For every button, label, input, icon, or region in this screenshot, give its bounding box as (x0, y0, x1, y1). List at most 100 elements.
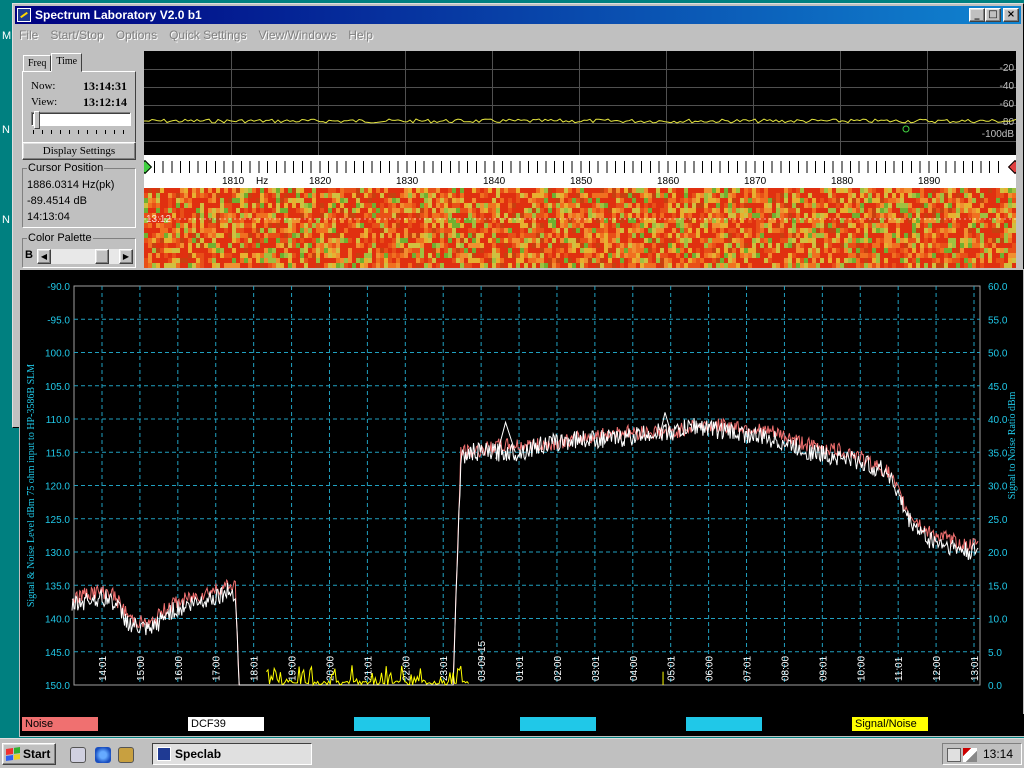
palette-left-arrow-icon[interactable]: ◀ (37, 249, 51, 264)
tab-time[interactable]: Time (51, 53, 83, 72)
taskbar-speclab-label: Speclab (175, 747, 222, 761)
freq-label: 1880 (831, 176, 854, 187)
close-button[interactable]: × (1003, 8, 1019, 22)
title-buttons: _ □ × (969, 8, 1019, 22)
y-tick-label: 140.0 (45, 615, 70, 626)
freq-label: 1820 (309, 176, 332, 187)
title-bar[interactable]: Spectrum Laboratory V2.0 b1 _ □ × (15, 6, 1021, 24)
y-tick-label: 125.0 (45, 515, 70, 526)
y-tick-label: -90.0 (47, 282, 70, 293)
x-tick-label: 04:00 (629, 656, 640, 681)
menu-start-stop[interactable]: Start/Stop (44, 28, 109, 42)
channels-quicklaunch-icon[interactable] (118, 747, 134, 763)
menu-help[interactable]: Help (342, 28, 379, 42)
legend-item (520, 717, 596, 731)
legend-item: Noise (22, 717, 98, 731)
freq-label: 1840 (483, 176, 506, 187)
palette-scrollbar[interactable]: ◀ ▶ (37, 249, 133, 264)
x-tick-label: 10:00 (856, 656, 867, 681)
waterfall-time-label: 13:12 (146, 214, 172, 225)
cursor-frequency: 1886.0314 Hz(pk) (27, 179, 115, 191)
menu-file[interactable]: File (15, 28, 44, 42)
y-tick-label: 135.0 (45, 581, 70, 592)
legend-item: DCF39 (188, 717, 264, 731)
y2-axis-title: Signal to Noise Ratio dBm (1007, 391, 1018, 499)
palette-scroll-thumb[interactable] (95, 249, 109, 264)
frequency-scale[interactable]: 1810 Hz 1820 1830 1840 1850 1860 1870 18… (144, 155, 1016, 188)
palette-right-arrow-icon[interactable]: ▶ (119, 249, 133, 264)
left-marker-icon[interactable] (144, 159, 153, 175)
y-tick-label: 115.0 (46, 448, 71, 459)
y2-tick-label: 10.0 (988, 615, 1008, 626)
y-tick-label: 145.0 (45, 648, 70, 659)
x-tick-label: 03:01 (591, 656, 602, 681)
system-tray: 13:14 (942, 743, 1022, 765)
start-label: Start (23, 747, 51, 761)
time-slider[interactable] (31, 111, 131, 129)
x-tick-label: 08:00 (780, 656, 791, 681)
y2-tick-label: 35.0 (988, 448, 1008, 459)
desktop-icons-strip: M N N (0, 28, 12, 428)
y2-tick-label: 50.0 (988, 349, 1008, 360)
speclab-task-icon (157, 747, 171, 761)
windows-logo-icon (6, 747, 20, 761)
x-tick-label: 14:01 (98, 656, 109, 681)
y-axis-title: Signal & Noise Level dBm 75 ohm input to… (26, 364, 37, 607)
start-button[interactable]: Start (2, 743, 56, 765)
y2-tick-label: 15.0 (988, 581, 1008, 592)
minimize-button[interactable]: _ (969, 8, 985, 22)
menu-quick-settings[interactable]: Quick Settings (163, 28, 252, 42)
taskbar: Start Speclab 13:14 (0, 738, 1024, 768)
color-palette-label: Color Palette (27, 232, 93, 244)
clock[interactable]: 13:14 (983, 747, 1013, 761)
maximize-button[interactable]: □ (985, 8, 1001, 22)
peak-marker-icon (902, 125, 910, 133)
freq-label: 1860 (657, 176, 680, 187)
menu-view-windows[interactable]: View/Windows (252, 28, 342, 42)
frequency-ticks (154, 161, 1004, 173)
y-tick-label: 120.0 (45, 482, 70, 493)
cursor-level: -89.4514 dB (27, 195, 87, 207)
app-icon[interactable] (17, 8, 31, 22)
desktop-quicklaunch-icon[interactable] (70, 747, 86, 763)
y2-tick-label: 40.0 (988, 415, 1008, 426)
legend-item (686, 717, 762, 731)
desktop-letter: N (2, 124, 10, 136)
x-tick-label: 13:01 (970, 656, 981, 681)
y-tick-label: 105.0 (45, 382, 70, 393)
tray-app-icon[interactable] (947, 748, 961, 762)
x-tick-label: 09:01 (818, 656, 829, 681)
freq-label: 1890 (918, 176, 941, 187)
y-tick-label: 130.0 (45, 548, 70, 559)
volume-icon[interactable] (963, 748, 977, 762)
trend-plot-window[interactable]: -90.0 60.0 -95.0 55.0 100.0 50.0 105.0 45.0 110.… (19, 269, 1024, 737)
tab-freq[interactable]: Freq (23, 55, 52, 72)
browser-quicklaunch-icon[interactable] (95, 747, 111, 763)
taskbar-speclab-button[interactable]: Speclab (152, 743, 312, 765)
x-tick-label: 07:01 (743, 656, 754, 681)
window-title: Spectrum Laboratory V2.0 b1 (35, 8, 202, 22)
x-tick-label: 17:00 (212, 656, 223, 681)
y-tick-label: 110.0 (46, 415, 71, 426)
now-label: Now: (31, 80, 56, 92)
freq-label: 1810 (222, 176, 245, 187)
x-tick-label: 06:00 (705, 656, 716, 681)
display-settings-button[interactable]: Display Settings (22, 142, 136, 160)
x-tick-label: 02:00 (553, 656, 564, 681)
freq-label: Hz (256, 176, 269, 187)
slider-ticks (33, 130, 129, 134)
spectrum-plot[interactable]: -20 -40 -60 -80 -100dB (144, 51, 1016, 155)
freq-label: 1850 (570, 176, 593, 187)
x-tick-label: 15:00 (136, 656, 147, 681)
time-slider-thumb[interactable] (34, 111, 40, 129)
y-tick-label: 100.0 (45, 349, 70, 360)
legend-item (354, 717, 430, 731)
waterfall-display[interactable]: 13:12 (144, 188, 1016, 268)
right-marker-icon[interactable] (1007, 159, 1016, 175)
menu-options[interactable]: Options (110, 28, 163, 42)
y2-tick-label: 5.0 (988, 648, 1002, 659)
y-tick-label: -95.0 (47, 315, 70, 326)
y2-tick-label: 25.0 (988, 515, 1008, 526)
cursor-position-group: Cursor Position 1886.0314 Hz(pk) -89.451… (22, 162, 136, 228)
y2-tick-label: 60.0 (988, 282, 1008, 293)
